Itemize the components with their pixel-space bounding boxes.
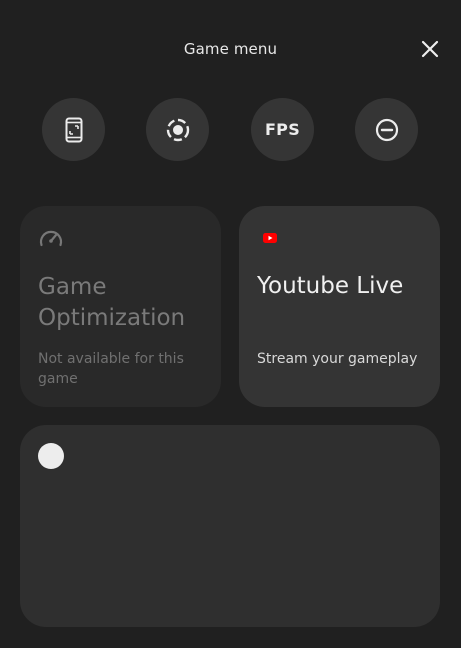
page-title: Game menu [183,40,278,58]
game-optimization-card: Game Optimization Not available for this… [20,206,221,407]
gauge-icon [39,230,63,247]
screenshot-button[interactable] [42,98,105,161]
game-optimization-title: Game Optimization [38,274,186,331]
youtube-live-subtitle: Stream your gameplay [257,351,418,367]
game-optimization-subtitle: Not available for this game [38,351,184,387]
close-icon [421,40,439,58]
screen-record-button[interactable] [146,98,209,161]
close-button[interactable] [416,35,444,63]
screenshot-phone-icon [65,117,82,142]
widget-card[interactable] [20,425,440,627]
do-not-disturb-icon [375,118,398,141]
screen-record-icon [166,118,189,141]
circle-icon [38,443,64,469]
youtube-live-card[interactable]: Youtube Live Stream your gameplay [239,206,440,407]
youtube-live-title: Youtube Live [257,273,404,299]
fps-button[interactable]: FPS [251,98,314,161]
game-menu-panel: Game menu FPS Game Optimization Not avai… [0,0,461,648]
youtube-icon [263,233,277,243]
do-not-disturb-button[interactable] [355,98,418,161]
fps-label: FPS [264,120,301,139]
